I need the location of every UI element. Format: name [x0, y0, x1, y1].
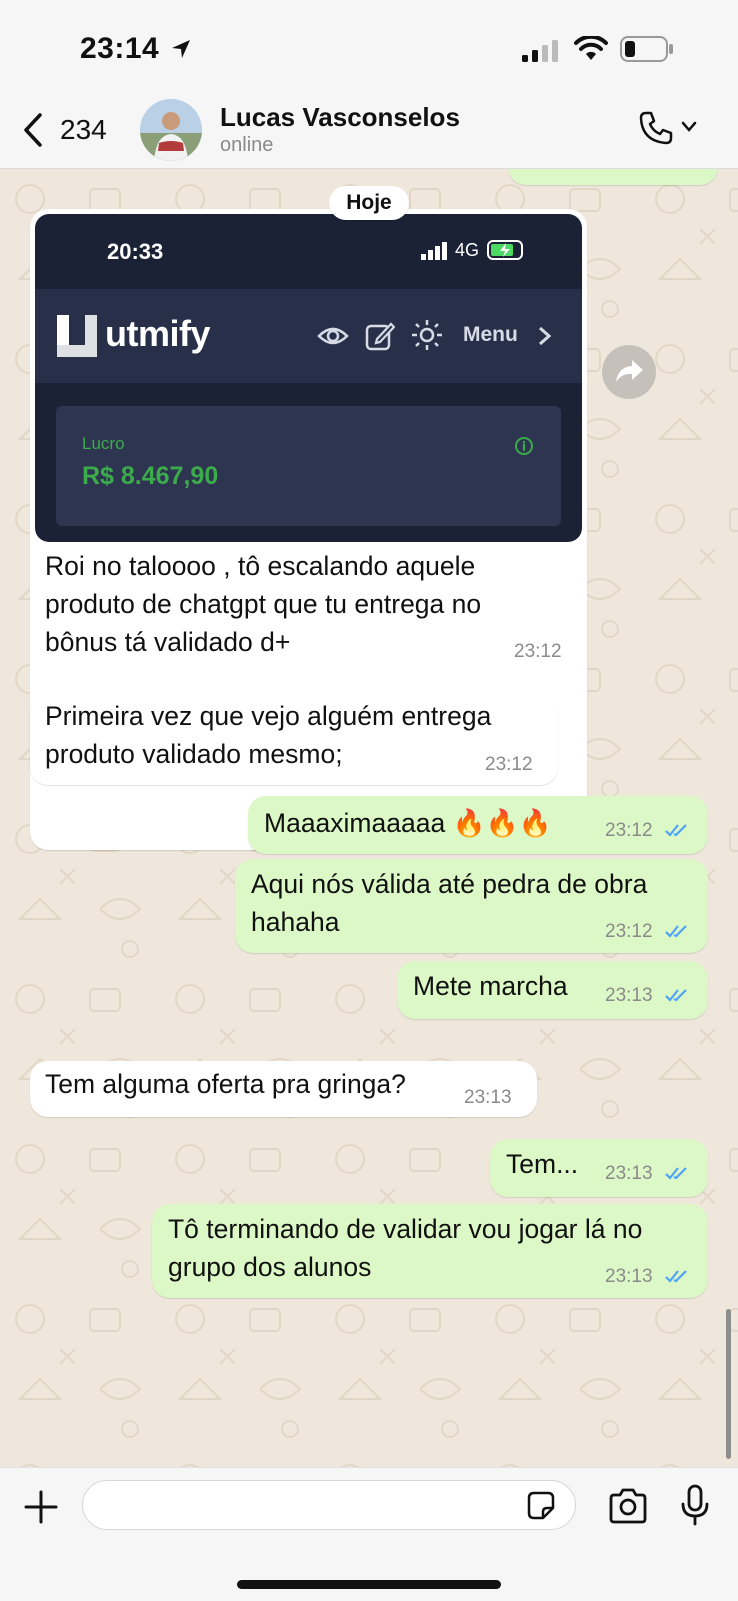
message-time: 23:13: [464, 1087, 512, 1108]
message-bubble-incoming[interactable]: Primeira vez que vejo alguém entrega pro…: [30, 691, 558, 785]
location-arrow-icon: [172, 40, 190, 58]
shared-screenshot[interactable]: 20:33 4G utmify Menu Lucro R$ 8.467,90: [35, 214, 582, 542]
battery-icon: [620, 36, 673, 62]
sun-icon: [412, 320, 442, 350]
double-check-icon: [665, 1167, 687, 1180]
message-time: 23:13: [605, 1163, 653, 1184]
avatar[interactable]: [140, 99, 202, 161]
signal-icon: [522, 40, 558, 62]
double-check-icon: [665, 1270, 687, 1283]
profit-value: R$ 8.467,90: [82, 462, 219, 490]
screenshot-menu-label: Menu: [463, 323, 518, 346]
double-check-icon: [665, 824, 687, 837]
utmify-logo-icon: [57, 315, 97, 357]
eye-icon: [317, 327, 349, 345]
message-time: 23:12: [605, 921, 653, 942]
info-icon: [515, 437, 533, 455]
profit-label: Lucro: [82, 434, 125, 453]
screenshot-signal-icon: [421, 242, 447, 260]
wifi-icon: [574, 36, 608, 60]
message-bubble-outgoing[interactable]: Mete marcha 23:13: [397, 961, 708, 1019]
double-check-icon: [665, 989, 687, 1002]
message-text: Primeira vez que vejo alguém entrega pro…: [45, 701, 492, 769]
message-text: Mete marcha: [413, 971, 568, 1001]
message-text: Tem alguma oferta pra gringa?: [45, 1069, 406, 1099]
input-bar: [0, 1467, 738, 1601]
scrollbar[interactable]: [726, 1309, 731, 1459]
chat-header: 234 Lucas Vasconselos online: [0, 96, 738, 169]
back-chevron-icon[interactable]: [22, 112, 44, 148]
screenshot-battery-icon: [487, 240, 523, 260]
screenshot-navbar: utmify Menu: [35, 289, 582, 383]
status-bar: 23:14: [0, 0, 738, 96]
chevron-down-icon[interactable]: [680, 120, 698, 134]
contact-status: online: [220, 134, 274, 156]
message-time: 23:13: [605, 985, 653, 1006]
message-time: 23:12: [514, 641, 562, 662]
camera-icon[interactable]: [608, 1488, 648, 1524]
screenshot-time: 20:33: [107, 239, 164, 264]
edit-icon: [365, 322, 395, 351]
message-input[interactable]: [82, 1480, 576, 1530]
screenshot-network: 4G: [455, 240, 480, 260]
image-caption: Roi no taloooo , tô escalando aquele pro…: [45, 551, 482, 657]
status-time: 23:14: [80, 32, 160, 65]
sticker-icon[interactable]: [525, 1490, 557, 1522]
message-text: Maaaximaaaaa 🔥🔥🔥: [264, 808, 552, 838]
message-bubble-outgoing[interactable]: Maaaximaaaaa 🔥🔥🔥 23:12: [248, 796, 708, 854]
back-unread-count[interactable]: 234: [60, 114, 107, 146]
message-bubble-outgoing[interactable]: Tô terminando de validar vou jogar lá no…: [152, 1204, 708, 1298]
profit-card: Lucro R$ 8.467,90: [56, 406, 561, 526]
microphone-icon[interactable]: [680, 1484, 710, 1526]
chevron-right-icon: [539, 326, 552, 346]
message-time: 23:13: [605, 1266, 653, 1287]
message-time: 23:12: [485, 754, 533, 775]
message-bubble-outgoing[interactable]: Tem... 23:13: [490, 1139, 708, 1197]
plus-icon[interactable]: [24, 1490, 58, 1524]
contact-name[interactable]: Lucas Vasconselos: [220, 102, 460, 133]
message-bubble-incoming[interactable]: Tem alguma oferta pra gringa? 23:13: [30, 1061, 537, 1117]
screenshot-brand: utmify: [105, 313, 211, 354]
message-time: 23:12: [605, 820, 653, 841]
avatar-person-icon: [140, 99, 202, 161]
home-indicator: [237, 1580, 501, 1589]
message-text: Aqui nós válida até pedra de obra hahaha: [251, 869, 648, 937]
message-bubble-partial[interactable]: [508, 169, 718, 185]
forward-button[interactable]: [602, 345, 656, 399]
double-check-icon: [665, 925, 687, 938]
date-separator: Hoje: [329, 186, 409, 220]
forward-icon: [616, 360, 643, 382]
message-bubble-outgoing[interactable]: Aqui nós válida até pedra de obra hahaha…: [235, 859, 708, 953]
message-text: Tem...: [506, 1149, 579, 1179]
message-text: Tô terminando de validar vou jogar lá no…: [168, 1214, 643, 1282]
chat-area[interactable]: 20:33 4G utmify Menu Lucro R$ 8.467,90 R…: [0, 169, 738, 1467]
phone-icon[interactable]: [638, 110, 674, 146]
